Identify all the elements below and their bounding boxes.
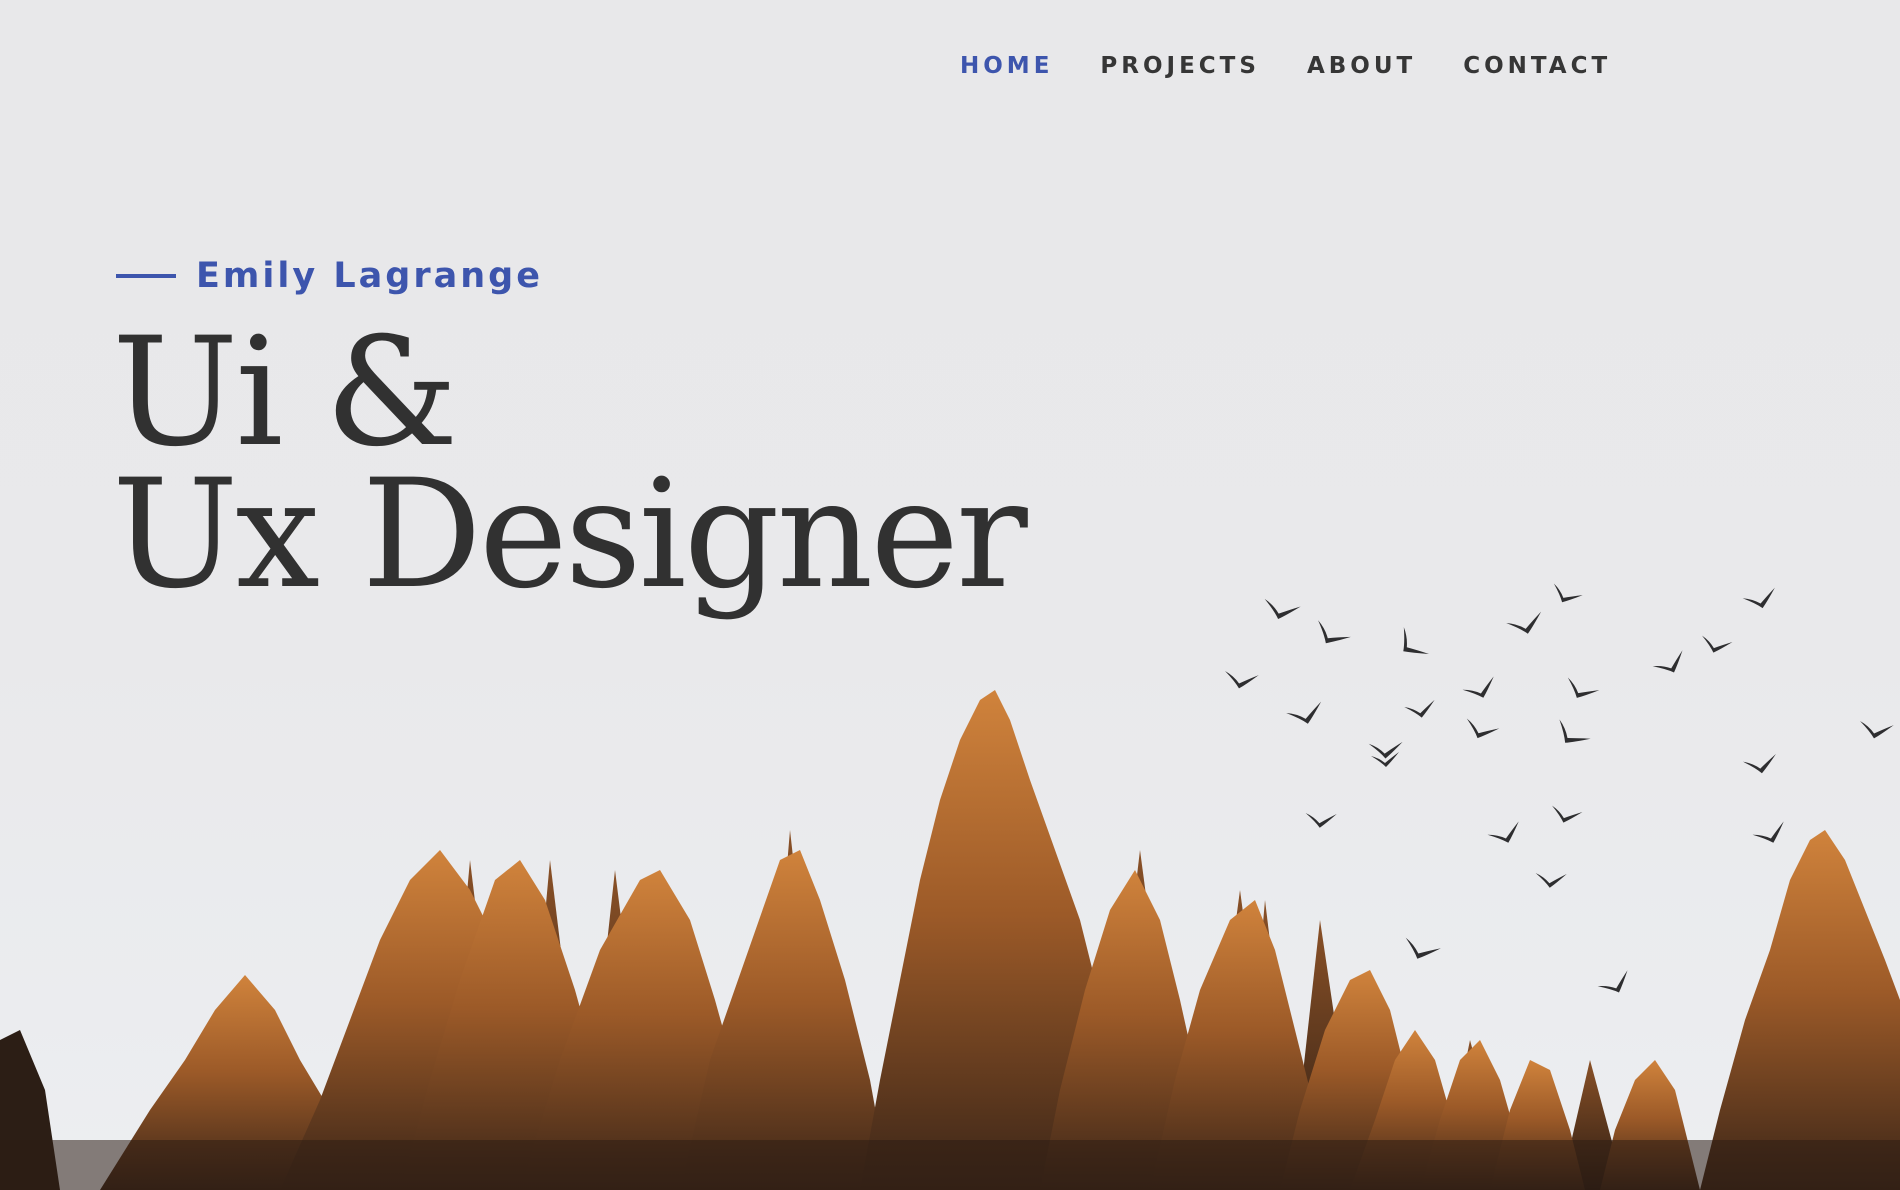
headline-line-1: Ui & [112, 306, 459, 480]
hero-headline: Ui & Ux Designer [112, 306, 1028, 622]
nav-about-link[interactable]: ABOUT [1307, 48, 1416, 84]
nav-contact-link[interactable]: CONTACT [1463, 48, 1611, 84]
nav-home-link[interactable]: HOME [960, 48, 1053, 84]
designer-name: Emily Lagrange [196, 256, 543, 296]
hero-eyebrow: Emily Lagrange [116, 254, 543, 298]
eyebrow-accent-line [116, 274, 176, 278]
headline-line-2: Ux Designer [112, 448, 1028, 622]
main-navigation: HOME PROJECTS ABOUT CONTACT [960, 48, 1658, 84]
tree-line-front [0, 690, 1900, 1190]
nav-projects-link[interactable]: PROJECTS [1100, 48, 1260, 84]
